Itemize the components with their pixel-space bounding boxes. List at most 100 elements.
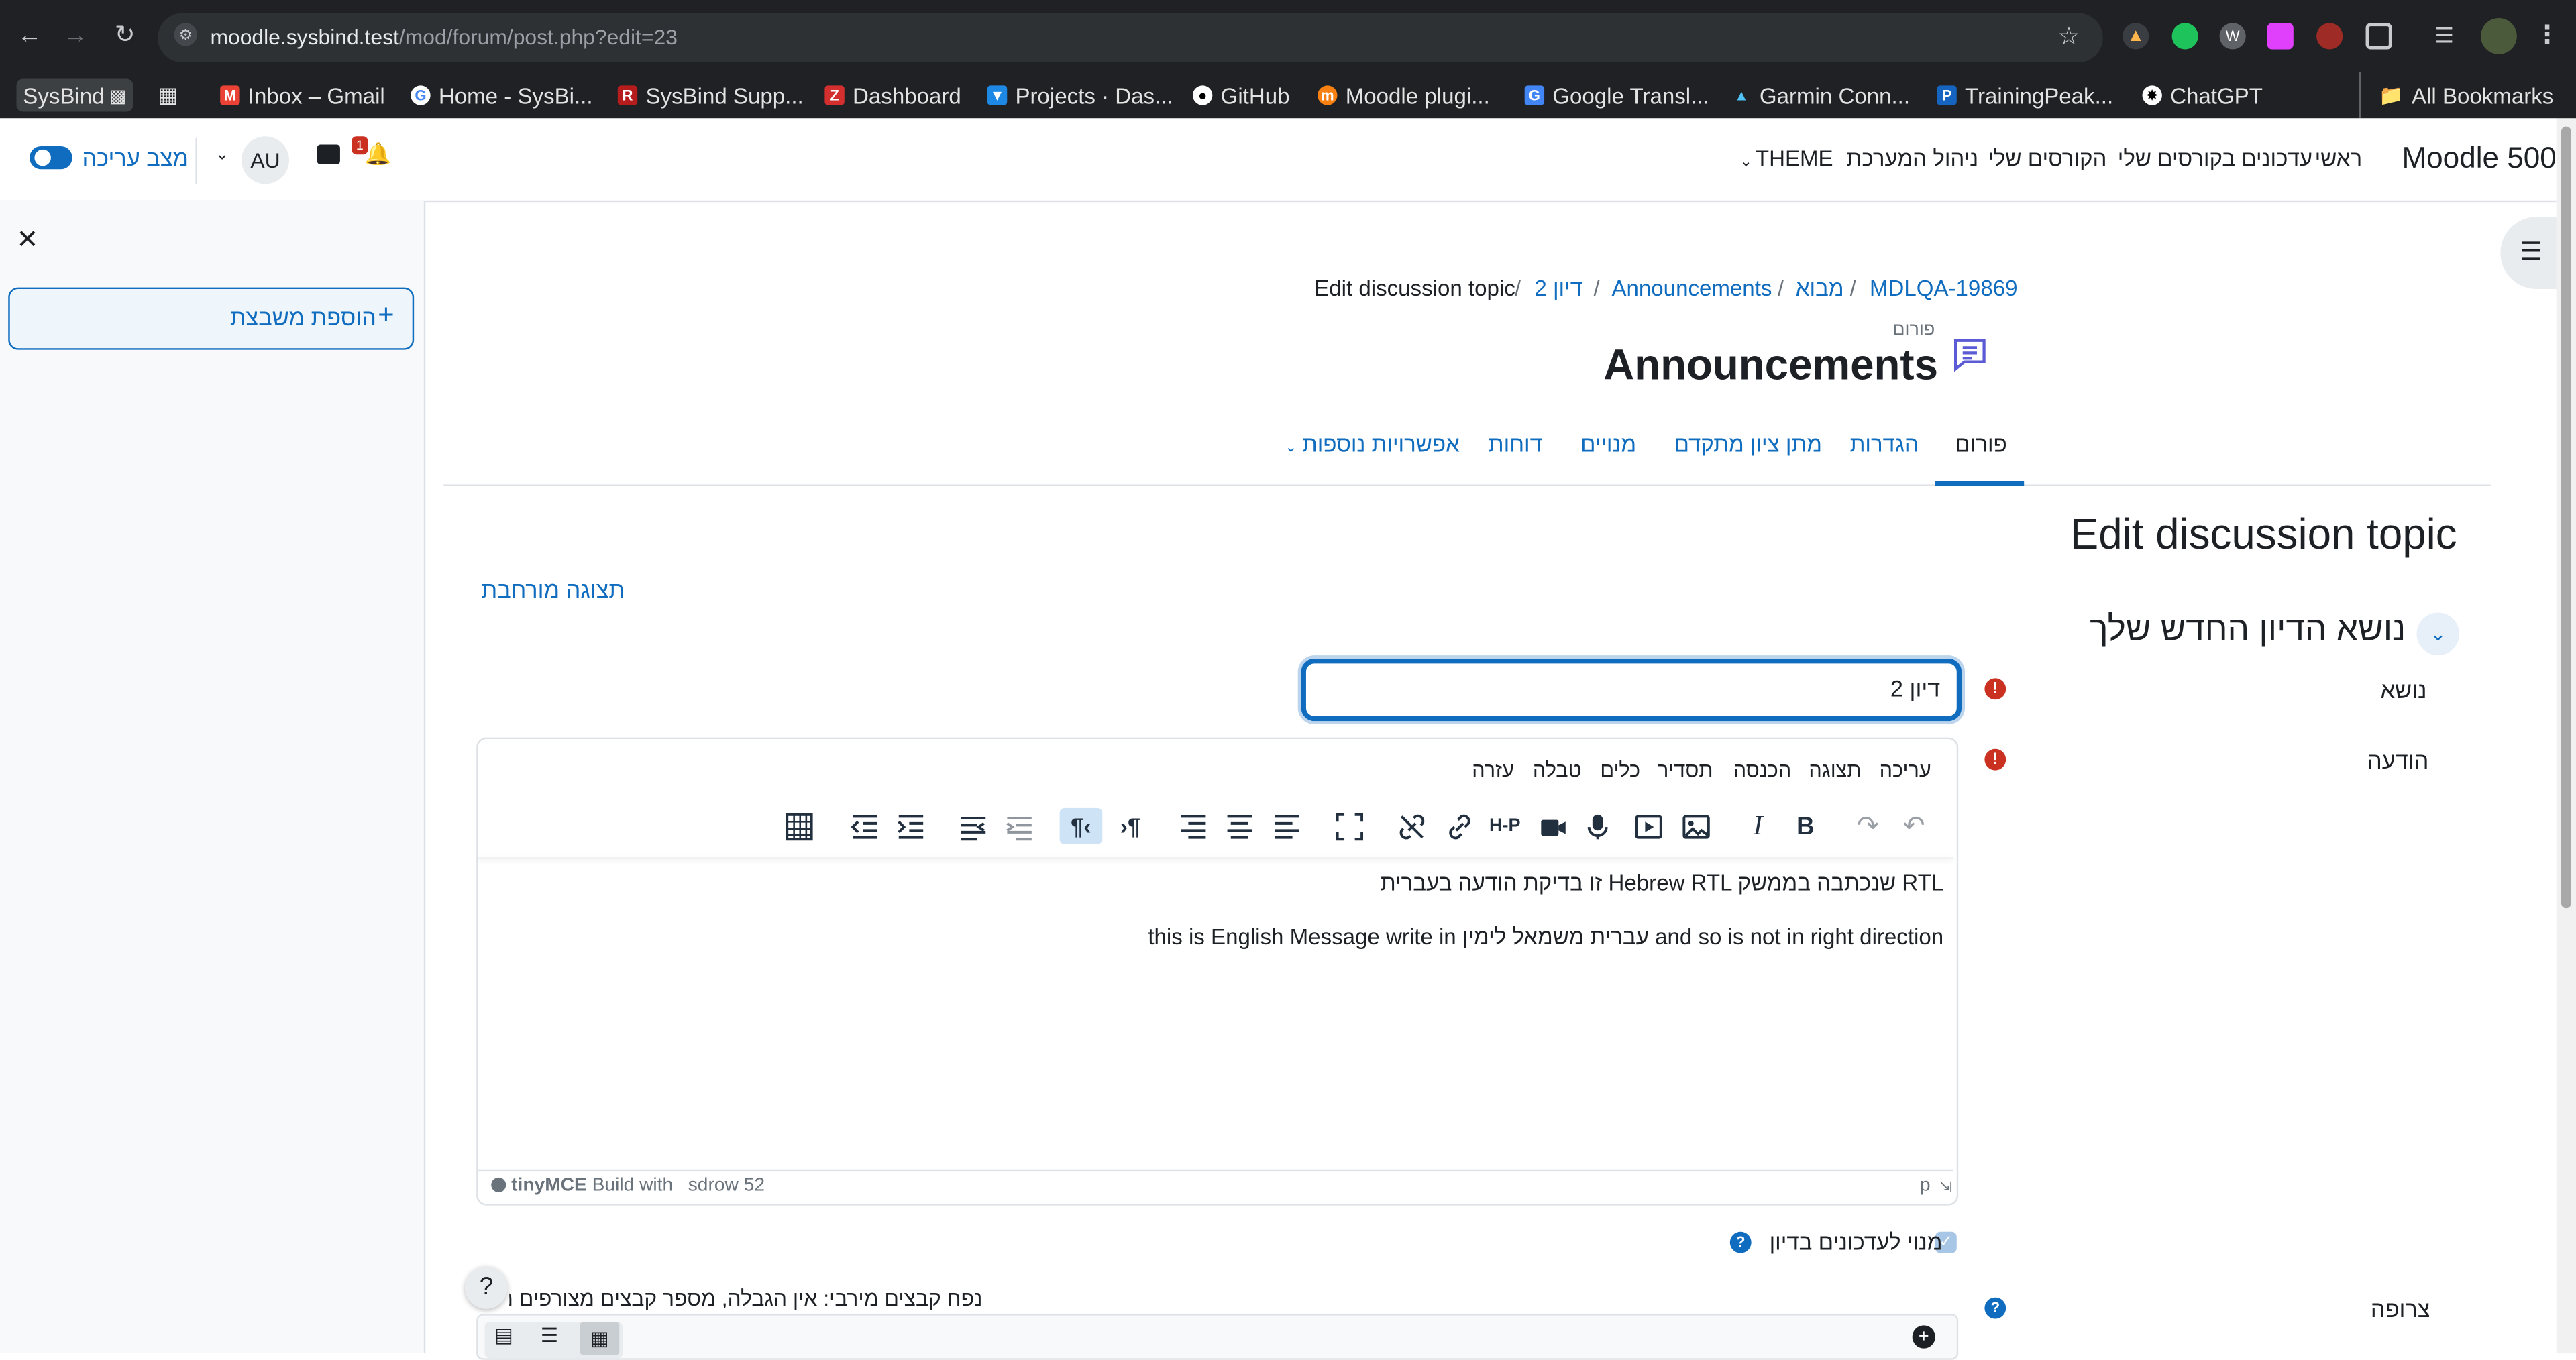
subscribe-label[interactable]: מנוי לעדכונים בדיון (1770, 1230, 1943, 1255)
nav-course-updates[interactable]: עדכונים בקורסים שלי (2118, 146, 2312, 171)
list-view-icon[interactable]: ☰ (541, 1324, 558, 1347)
help-icon[interactable]: ? (1984, 1297, 2006, 1319)
extension-green-icon[interactable] (2171, 23, 2198, 50)
italic-icon[interactable]: I (1737, 808, 1780, 844)
scrollbar-thumb[interactable] (2561, 126, 2571, 909)
element-path[interactable]: p (1920, 1176, 1931, 1195)
bookmark-moodle-plugins[interactable]: m Moodle plugi... (1318, 79, 1490, 112)
site-info-icon[interactable]: ⚙ (174, 23, 197, 46)
table-icon[interactable] (777, 808, 820, 844)
menu-insert[interactable]: הכנסה (1733, 758, 1792, 781)
section-heading[interactable]: נושא הדיון החדש שלך (2090, 611, 2406, 650)
add-file-icon[interactable]: + (1912, 1325, 1935, 1349)
align-left-icon[interactable] (1265, 808, 1308, 844)
site-name[interactable]: Moodle 500 (2402, 141, 2556, 176)
bookmark-trainingpeaks[interactable]: P TrainingPeak... (1937, 79, 2113, 112)
message-editor[interactable]: עזרה טבלה כלים תסדיר הכנסה תצוגה עריכה ¶… (476, 737, 1959, 1206)
nav-site-admin[interactable]: ניהול המערכת (1847, 146, 1979, 171)
help-icon[interactable]: ? (1729, 1231, 1752, 1253)
address-bar[interactable]: ⚙ moodle.sysbind.test/mod/forum/post.php… (158, 13, 2103, 63)
notifications-bell-icon[interactable]: 🔔 (365, 141, 392, 168)
browser-menu-icon[interactable]: ⋮ (2535, 19, 2560, 50)
grid-view-icon[interactable]: ▦ (580, 1322, 620, 1355)
message-line[interactable]: this is English Message write in עברית מ… (1148, 925, 1943, 950)
message-line[interactable]: זו בדיקת הודעה בעברית Hebrew RTL שנכתבה … (1381, 870, 1943, 895)
breadcrumb-course[interactable]: MDLQA-19869 (1870, 276, 2018, 300)
bookmark-github[interactable]: ● GitHub (1192, 79, 1290, 112)
tab-settings[interactable]: הגדרות (1850, 432, 1919, 457)
nav-my-courses[interactable]: הקורסים שלי (1988, 146, 2106, 171)
add-block-button[interactable]: הוספת משבצת + (8, 287, 415, 350)
outdent-icon[interactable] (843, 808, 885, 844)
image-icon[interactable] (1674, 808, 1717, 844)
extension-w-icon[interactable]: W (2219, 23, 2246, 50)
subject-input[interactable]: דיון 2 (1301, 659, 1962, 722)
all-bookmarks[interactable]: 📁 All Bookmarks (2379, 79, 2553, 112)
bookmark-chatgpt[interactable]: ✸ ChatGPT (2142, 79, 2263, 112)
tree-view-icon[interactable]: ▤ (494, 1324, 513, 1347)
edit-mode-toggle[interactable] (30, 146, 72, 170)
resize-handle-icon[interactable]: ⇲ (1939, 1179, 1951, 1197)
tab-reports[interactable]: דוחות (1489, 432, 1542, 457)
bookmark-garmin[interactable]: ▲ Garmin Conn... (1731, 79, 1910, 112)
undo-icon[interactable]: ↶ (1892, 808, 1935, 844)
breadcrumb-forum[interactable]: Announcements (1611, 276, 1772, 300)
menu-table[interactable]: טבלה (1533, 758, 1582, 781)
breadcrumb-discussion[interactable]: דיון 2 (1534, 276, 1582, 300)
extension-pink-icon[interactable] (2267, 23, 2294, 50)
expanded-view-link[interactable]: תצוגה מורחבת (482, 577, 625, 603)
h5p-icon[interactable]: H-P (1483, 808, 1526, 844)
ltr-direction-icon[interactable]: ›¶ (1109, 808, 1152, 844)
reload-icon[interactable]: ↻ (109, 19, 142, 52)
menu-format[interactable]: תסדיר (1658, 758, 1713, 781)
unlink-icon[interactable] (1390, 808, 1433, 844)
nav-home[interactable]: ראשי (2315, 146, 2362, 171)
bookmark-sysbind[interactable]: SysBind ▩ (16, 78, 133, 112)
extension-red-icon[interactable] (2316, 23, 2343, 50)
page-scrollbar[interactable] (2556, 118, 2576, 1353)
extension-fire-icon[interactable]: ▲ (2123, 23, 2149, 50)
tinymce-brand[interactable]: tinyMCE (511, 1176, 587, 1195)
collapse-section-chevron-icon[interactable]: ⌄ (2416, 612, 2460, 656)
fullscreen-icon[interactable] (1328, 808, 1371, 844)
profile-avatar-icon[interactable] (2480, 17, 2517, 54)
help-footer-button[interactable]: ? (465, 1266, 508, 1309)
user-menu-chevron-down-icon[interactable]: ⌄ (215, 146, 229, 164)
menu-edit[interactable]: עריכה (1880, 758, 1931, 781)
extensions-puzzle-icon[interactable] (2365, 23, 2392, 50)
ltr-list-icon[interactable] (998, 808, 1040, 844)
menu-help[interactable]: עזרה (1472, 758, 1514, 781)
redo-icon[interactable]: ↷ (1847, 808, 1890, 844)
tab-subscriptions[interactable]: מנויים (1580, 432, 1636, 457)
bookmark-gmail[interactable]: M Inbox – Gmail (220, 79, 385, 112)
forward-icon[interactable]: → (59, 19, 92, 52)
breadcrumb-section[interactable]: מבוא (1796, 276, 1844, 300)
bookmark-google-translate[interactable]: G Google Transl... (1524, 79, 1709, 112)
bookmark-home-sysbind[interactable]: G Home - SysBi... (411, 79, 593, 112)
avatar[interactable]: AU (241, 136, 290, 184)
back-icon[interactable]: ← (13, 19, 46, 52)
bookmark-dashboard[interactable]: Z Dashboard (824, 79, 961, 112)
bold-icon[interactable]: B (1784, 808, 1827, 844)
link-icon[interactable] (1438, 808, 1481, 844)
indent-icon[interactable] (889, 808, 932, 844)
rtl-direction-icon[interactable]: ¶‹ (1059, 807, 1103, 844)
video-camera-icon[interactable] (1531, 808, 1574, 844)
tab-forum[interactable]: פורום (1955, 432, 2006, 457)
nav-theme[interactable]: ⌄ THEME (1739, 146, 1833, 171)
messages-icon[interactable] (317, 144, 340, 164)
microphone-icon[interactable] (1576, 808, 1619, 844)
align-right-icon[interactable] (1171, 808, 1214, 844)
star-icon[interactable]: ☆ (2057, 21, 2080, 51)
word-count[interactable]: 25 words (688, 1176, 765, 1195)
menu-view[interactable]: תצוגה (1809, 758, 1861, 781)
bookmark-projects[interactable]: ▼ Projects · Das... (987, 79, 1173, 112)
tab-advanced-grading[interactable]: מתן ציון מתקדם (1674, 432, 1822, 457)
menu-tools[interactable]: כלים (1600, 758, 1640, 781)
close-drawer-icon[interactable]: ✕ (16, 223, 38, 256)
media-icon[interactable] (1627, 808, 1670, 844)
rtl-list-icon[interactable] (951, 808, 994, 844)
media-control-icon[interactable]: ☰ (2434, 23, 2454, 49)
tab-more[interactable]: ⌄ אפשרויות נוספות (1285, 432, 1460, 457)
bookmark-sysbind-support[interactable]: R SysBind Supp... (617, 79, 804, 112)
